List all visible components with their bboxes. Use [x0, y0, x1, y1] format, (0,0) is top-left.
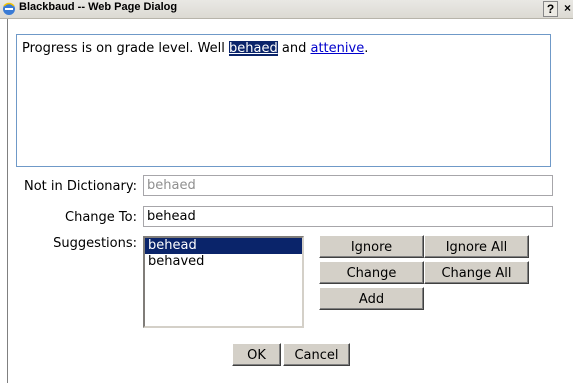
change-button[interactable]: Change — [319, 261, 424, 284]
text-preview-pane[interactable]: Progress is on grade level. Well behaed … — [16, 34, 551, 167]
change-to-label: Change To: — [65, 210, 137, 225]
misspelled-word-highlight: behaed — [229, 41, 278, 56]
suggestions-label: Suggestions: — [53, 236, 137, 251]
help-button[interactable]: ? — [543, 1, 558, 17]
text-prefix: Progress is on grade level. Well — [22, 41, 230, 56]
text-suffix: . — [364, 41, 369, 56]
misspelled-word: attenive — [310, 41, 365, 56]
not-in-dictionary-label: Not in Dictionary: — [23, 179, 137, 194]
add-button[interactable]: Add — [319, 287, 424, 310]
text-middle: and — [277, 41, 311, 56]
suggestion-item[interactable]: behead — [145, 238, 302, 254]
suggestions-list[interactable]: behead behaved — [143, 236, 304, 328]
change-all-button[interactable]: Change All — [424, 261, 529, 284]
close-button[interactable]: × — [561, 1, 573, 15]
change-to-input[interactable]: behead — [143, 206, 553, 227]
window-title: Blackbaud -- Web Page Dialog — [19, 1, 178, 13]
suggestion-item[interactable]: behaved — [145, 254, 302, 270]
ok-button[interactable]: OK — [232, 343, 281, 366]
cancel-button[interactable]: Cancel — [283, 343, 350, 366]
text-preview-content: Progress is on grade level. Well behaed … — [22, 41, 368, 56]
internet-explorer-icon — [3, 2, 15, 15]
not-in-dictionary-field: behaed — [143, 175, 553, 196]
title-bar: Blackbaud -- Web Page Dialog ? × — [0, 0, 573, 19]
ignore-all-button[interactable]: Ignore All — [424, 235, 529, 258]
ignore-button[interactable]: Ignore — [319, 235, 424, 258]
